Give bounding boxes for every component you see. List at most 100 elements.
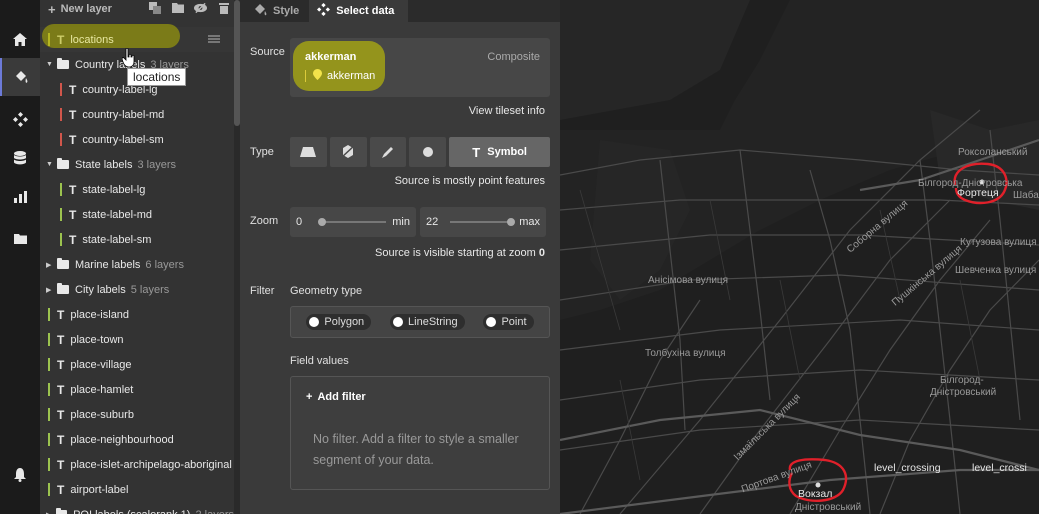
circle-type-button[interactable] (409, 137, 447, 167)
zoom-note: Source is visible starting at zoom 0 (375, 247, 545, 259)
symbol-type-button[interactable]: T Symbol (449, 137, 550, 167)
caret-right-icon[interactable]: ▶ (46, 261, 56, 269)
folder-icon (57, 258, 69, 269)
layer-label: State labels (75, 158, 133, 171)
layer-row[interactable]: Tcountry-label-sm (40, 127, 234, 152)
folder-icon (57, 158, 69, 169)
home-icon[interactable] (0, 20, 40, 58)
caret-down-icon[interactable]: ▼ (46, 61, 56, 68)
no-filter-text: No filter. Add a filter to style a small… (313, 432, 519, 467)
stats-icon[interactable] (0, 178, 40, 216)
layer-count: 5 layers (130, 283, 170, 296)
source-layer[interactable]: akkerman (305, 69, 375, 83)
layer-row[interactable]: Tcountry-label-md (40, 102, 234, 127)
zoom-min-knob[interactable] (318, 218, 326, 226)
style-icon[interactable] (0, 58, 40, 96)
symbol-layer-icon: T (69, 107, 77, 122)
add-filter-button[interactable]: + Add filter (306, 391, 366, 403)
layer-label: Marine labels (75, 258, 141, 271)
hide-icon[interactable] (194, 2, 207, 14)
plus-icon: + (306, 391, 313, 403)
map-canvas[interactable]: Роксоланський Білгород-Дністровська Фортец… (560, 0, 1039, 514)
geometry-point-toggle[interactable]: Point (483, 314, 534, 330)
fill-type-button[interactable] (290, 137, 327, 167)
symbol-layer-icon: T (57, 432, 65, 447)
type-label: Type (250, 146, 274, 158)
caret-down-icon[interactable]: ▼ (46, 161, 56, 168)
components-icon[interactable] (0, 100, 40, 138)
layer-editor: Style Select data Source akkerman akkerm… (240, 0, 560, 514)
layer-row[interactable]: Tstate-label-sm (40, 227, 234, 252)
add-filter-label: Add filter (317, 391, 366, 403)
layer-group-row[interactable]: ▶ City labels 5 layers (40, 277, 234, 302)
layer-color-bar (48, 333, 50, 346)
symbol-layer-icon: T (57, 307, 65, 322)
layer-label: POI labels (scalerank 1) (73, 509, 190, 514)
delete-icon[interactable] (217, 2, 230, 14)
symbol-layer-icon: T (69, 182, 77, 197)
layer-row[interactable]: Tplace-neighbourhood (40, 427, 234, 452)
fill-extrusion-type-button[interactable] (329, 137, 367, 167)
symbol-layer-icon: T (57, 457, 65, 472)
symbol-layer-icon: T (57, 407, 65, 422)
symbol-layer-icon: T (57, 482, 65, 497)
layer-group-row[interactable]: ▶ Marine labels 6 layers (40, 252, 234, 277)
map-label: Білгород- (940, 375, 984, 386)
layer-row[interactable]: Tstate-label-md (40, 202, 234, 227)
zoom-max-knob[interactable] (507, 218, 516, 226)
layer-row[interactable]: Tplace-suburb (40, 402, 234, 427)
layer-group-row[interactable]: ▼ State labels 3 layers (40, 152, 234, 177)
layer-color-bar (48, 433, 50, 446)
layer-label: place-hamlet (70, 383, 134, 396)
notifications-icon[interactable] (0, 456, 40, 494)
layer-count: 3 layers (137, 158, 177, 171)
zoom-min-slider[interactable]: 0 min (290, 207, 416, 237)
drag-handle-icon[interactable] (208, 35, 220, 43)
layer-label: place-suburb (70, 408, 134, 421)
layer-color-bar (48, 383, 50, 396)
map-label: Кутузова вулиця (960, 237, 1037, 248)
tab-style-label: Style (273, 5, 300, 17)
geometry-linestring-toggle[interactable]: LineString (390, 314, 465, 330)
symbol-t-icon: T (472, 144, 481, 160)
line-type-button[interactable] (369, 137, 407, 167)
folder-icon[interactable] (0, 219, 40, 257)
layer-row[interactable]: Tplace-hamlet (40, 377, 234, 402)
layer-label: state-label-lg (82, 183, 146, 196)
data-icon[interactable] (0, 139, 40, 177)
layer-color-bar (48, 358, 50, 371)
new-layer-label: New layer (60, 3, 112, 15)
view-tileset-info-link[interactable]: View tileset info (469, 105, 545, 117)
layer-color-bar (48, 458, 50, 471)
duplicate-icon[interactable] (148, 2, 161, 14)
layer-label: airport-label (70, 483, 129, 496)
symbol-layer-icon: T (57, 332, 65, 347)
zoom-note-text: Source is visible starting at zoom (375, 247, 536, 259)
layer-row[interactable]: Tplace-islet-archipelago-aboriginal (40, 452, 234, 477)
tab-style[interactable]: Style (240, 0, 309, 22)
caret-right-icon[interactable]: ▶ (46, 511, 55, 514)
layer-row[interactable]: Tstate-label-lg (40, 177, 234, 202)
caret-right-icon[interactable]: ▶ (46, 286, 56, 294)
layer-row[interactable]: Tplace-island (40, 302, 234, 327)
map-label: Толбухіна вулиця (645, 348, 726, 359)
zoom-max-value: 22 (426, 216, 439, 228)
layer-row[interactable]: Tplace-town (40, 327, 234, 352)
source-kind: Composite (487, 51, 540, 63)
source-highlight (293, 41, 385, 91)
source-selector[interactable]: akkerman akkerman Composite (290, 38, 550, 97)
filter-label: Filter (250, 285, 275, 297)
zoom-max-slider[interactable]: 22 max (420, 207, 546, 237)
symbol-layer-icon: T (57, 357, 65, 372)
tab-select-data[interactable]: Select data (309, 0, 409, 22)
layer-label: place-town (70, 333, 124, 346)
map-label: level_crossing (874, 462, 941, 474)
layer-row[interactable]: Tlocations (40, 24, 234, 52)
layer-row[interactable]: Tairport-label (40, 477, 234, 502)
new-group-icon[interactable] (171, 2, 184, 14)
layer-group-row[interactable]: ▶ POI labels (scalerank 1) 2 layers (40, 502, 234, 514)
layer-color-bar (60, 133, 62, 146)
geometry-polygon-toggle[interactable]: Polygon (306, 314, 372, 330)
layer-row[interactable]: Tplace-village (40, 352, 234, 377)
layer-color-bar (60, 183, 62, 196)
